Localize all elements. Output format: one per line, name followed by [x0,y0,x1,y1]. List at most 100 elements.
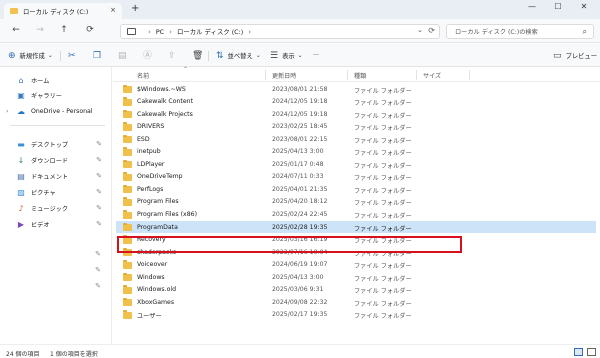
table-row[interactable]: Cakewalk Projects 2024/12/05 19:18 ファイル フォ… [116,108,596,120]
table-row[interactable]: Windows.old 2025/03/06 9:31 ファイル フォルダー [116,284,596,296]
pin-icon[interactable]: ✎ [95,266,101,274]
column-type[interactable]: 種類 [354,71,366,80]
breadcrumb-pc[interactable]: PC [156,28,164,36]
file-name: Cakewalk Content [137,98,194,106]
table-row[interactable]: Program Files (x86) 2025/02/24 22:45 ファイル … [116,209,596,221]
sidebar-item-documents[interactable]: ▤ ドキュメント ✎ [0,169,112,183]
column-size[interactable]: サイズ [423,71,441,80]
file-type: ファイル フォルダー [354,150,412,158]
file-date: 2023/08/01 21:58 [272,85,328,93]
details-view-toggle[interactable] [574,348,583,356]
new-button[interactable]: ⊕ 新規作成 ⌄ [8,49,53,62]
paste-button[interactable]: ▤ [118,49,131,62]
column-divider[interactable] [416,70,417,80]
file-date: 2024/12/05 19:18 [272,98,328,106]
sidebar-item-music[interactable]: ♪ ミュージック ✎ [0,201,112,215]
rename-button[interactable]: Ⓐ [143,49,156,62]
tiles-view-toggle[interactable] [587,348,596,356]
copy-icon: ❐ [93,50,102,61]
rename-icon: Ⓐ [143,50,153,61]
table-row[interactable]: LDPlayer 2025/01/17 0:48 ファイル フォルダー [116,158,596,170]
sidebar-item-home[interactable]: ⌂ ホーム [0,73,112,87]
chevron-down-icon[interactable]: ⌄ [417,26,423,34]
table-row[interactable]: PerfLogs 2025/04/01 21:35 ファイル フォルダー [116,183,596,195]
search-input[interactable]: ローカル ディスク (C:)の検索 ⌕ [446,24,594,39]
table-row[interactable]: XboxGames 2024/09/08 22:32 ファイル フォルダー [116,296,596,308]
sidebar-item-downloads[interactable]: ↓ ダウンロード ✎ [0,153,112,167]
column-divider[interactable] [469,70,470,80]
table-row[interactable]: $Windows.~WS 2023/08/01 21:58 ファイル フォルダー [116,83,596,95]
tab-close-icon[interactable]: × [110,6,116,14]
pin-icon[interactable]: ✎ [96,220,102,228]
pin-icon[interactable]: ✎ [96,172,102,180]
new-tab-button[interactable]: + [131,3,139,15]
column-name[interactable]: 名前 [137,71,149,80]
table-row[interactable]: inetpub 2025/04/13 3:00 ファイル フォルダー [116,146,596,158]
column-divider[interactable] [265,70,266,80]
column-date[interactable]: 更新日時 [272,71,296,80]
sidebar-item-label: ギャラリー [31,92,62,100]
navigation-pane: ⌂ ホーム ▣ ギャラリー › ☁ OneDrive - Personal ▬ … [0,67,112,344]
more-options-button[interactable]: ··· [313,49,319,62]
divider [208,51,209,61]
pin-icon[interactable]: ✎ [95,250,101,258]
sidebar-item-pictures[interactable]: ▨ ピクチャ ✎ [0,185,112,199]
up-button[interactable]: ↑ [58,25,70,35]
column-divider[interactable] [347,70,348,80]
table-row[interactable]: Voiceover 2024/06/19 19:07 ファイル フォルダー [116,259,596,271]
sort-button[interactable]: ⇅ 並べ替え ⌄ [216,49,261,62]
forward-button[interactable]: → [34,25,46,35]
chevron-right-icon[interactable]: › [6,108,8,115]
copy-button[interactable]: ❐ [93,49,105,62]
sidebar-item-label: ミュージック [31,205,69,213]
preview-pane-button[interactable]: ▭ プレビュー [553,49,597,62]
cut-button[interactable]: ✂ [68,49,80,62]
table-row[interactable]: OneDriveTemp 2024/07/11 0:33 ファイル フォルダー [116,171,596,183]
document-icon: ▤ [17,171,25,181]
table-row[interactable]: DRIVERS 2023/02/25 18:45 ファイル フォルダー [116,121,596,133]
file-date: 2025/04/13 3:00 [272,273,324,281]
table-row[interactable]: Program Files 2025/04/20 18:12 ファイル フォルダー [116,196,596,208]
maximize-button[interactable]: ☐ [548,2,568,11]
view-button[interactable]: ☰ 表示 ⌄ [270,49,303,62]
sort-icon: ⇅ [216,50,224,61]
refresh-icon[interactable]: ⟳ [428,26,435,35]
file-name: PerfLogs [137,185,164,193]
table-row[interactable]: Cakewalk Content 2024/12/05 19:18 ファイル フォル… [116,96,596,108]
music-icon: ♪ [18,203,24,213]
sidebar-item-onedrive[interactable]: › ☁ OneDrive - Personal [0,104,112,118]
sidebar-item-label: ダウンロード [31,157,69,165]
table-row[interactable]: ESD 2023/08/01 22:15 ファイル フォルダー [116,133,596,145]
pin-icon[interactable]: ✎ [96,188,102,196]
tab-local-disk[interactable]: ローカル ディスク (C:) × [4,3,122,19]
desktop-icon: ▬ [17,139,25,149]
command-bar: ⊕ 新規作成 ⌄ ✂ ❐ ▤ Ⓐ ⇪ 🗑 ⇅ 並べ替え ⌄ ☰ 表示 ⌄ ···… [0,44,600,67]
tab-label: ローカル ディスク (C:) [23,8,89,16]
file-type: ファイル フォルダー [354,162,412,170]
sidebar-item-gallery[interactable]: ▣ ギャラリー [0,88,112,102]
table-row[interactable]: ユーザー 2025/02/17 19:35 ファイル フォルダー [116,309,596,321]
minimize-button[interactable]: — [522,2,542,11]
refresh-button[interactable]: ⟳ [84,25,96,35]
back-button[interactable]: ← [10,25,22,35]
file-date: 2024/12/05 19:18 [272,110,328,118]
pin-icon[interactable]: ✎ [96,140,102,148]
file-type: ファイル フォルダー [354,175,412,183]
close-window-button[interactable]: ✕ [574,2,594,11]
breadcrumb-drive[interactable]: ローカル ディスク (C:) [177,27,243,36]
share-button[interactable]: ⇪ [168,49,180,62]
sidebar-item-desktop[interactable]: ▬ デスクトップ ✎ [0,137,112,151]
table-row[interactable]: ProgramData 2025/02/28 19:35 ファイル フォルダー [116,221,596,234]
sidebar-item-videos[interactable]: ▶ ビデオ ✎ [0,217,112,231]
file-name: Voiceover [137,261,168,269]
item-count: 24 個の項目 [6,351,40,358]
pin-icon[interactable]: ✎ [95,282,101,290]
pin-icon[interactable]: ✎ [96,156,102,164]
address-bar[interactable]: › PC › ローカル ディスク (C:) › ⌄ ⟳ [120,24,440,39]
delete-button[interactable]: 🗑 [192,49,207,62]
divider [10,125,105,126]
pin-icon[interactable]: ✎ [96,204,102,212]
table-row[interactable]: Windows 2025/04/13 3:00 ファイル フォルダー [116,271,596,283]
pc-icon [127,28,136,35]
gallery-icon: ▣ [17,90,25,100]
